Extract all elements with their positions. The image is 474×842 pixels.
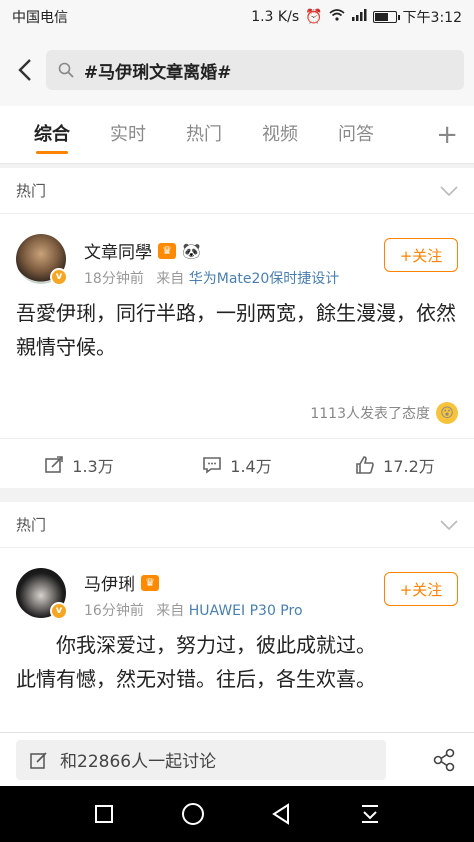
notification-pull-button[interactable] [355,799,385,829]
alarm-icon: ⏰ [305,9,323,25]
status-bar: 中国电信 1.3 K/s ⏰ 下午3:12 [0,0,474,34]
section-header-hot: 热门 [0,168,474,214]
signal-icon [351,9,367,25]
verified-badge-icon: v [50,268,68,286]
post-text: 吾愛伊琍，同行半路，一别两宽，餘生漫漫，依然親情守候。 [16,301,456,359]
avatar[interactable]: v [16,234,68,286]
system-nav-bar [0,786,474,842]
edit-icon [30,751,47,769]
vip-crown-icon: ♛ [158,242,176,259]
post-username[interactable]: 马伊琍 ♛ [84,570,159,595]
section-header-hot: 热门 [0,502,474,548]
verified-badge-icon: v [50,602,68,620]
home-button[interactable] [178,799,208,829]
chevron-down-icon[interactable] [440,515,458,534]
source-prefix: 来自 [156,271,185,287]
thumbs-up-icon [356,455,374,474]
tab-comprehensive[interactable]: 综合 [14,106,90,164]
reaction-count: 1113人发表了态度 [310,406,430,422]
search-header: #马伊琍文章离婚# [0,34,474,106]
post-text-line: 此情有憾，然无对错。往后，各生欢喜。 [16,667,376,691]
username-text: 马伊琍 [84,575,135,595]
vip-crown-icon: ♛ [141,574,159,591]
tab-realtime[interactable]: 实时 [90,106,166,164]
post-meta: 18分钟前 来自 华为Mate20保时捷设计 [84,268,339,288]
repost-icon [45,455,64,473]
repost-count: 1.3万 [72,456,114,476]
surprised-face-icon: 😮 [436,402,458,424]
recent-apps-button[interactable] [89,799,119,829]
share-icon[interactable] [430,746,458,774]
discussion-placeholder: 和22866人一起讨论 [60,752,217,772]
discussion-input[interactable]: 和22866人一起讨论 [16,739,386,780]
post-text-line: 你我深爱过，努力过，彼此成就过。 [56,633,376,657]
comment-button[interactable]: 1.4万 [158,439,316,490]
carrier-label: 中国电信 [12,10,68,26]
panda-icon: 🐼 [182,241,201,260]
tab-qa[interactable]: 问答 [318,106,394,164]
circle-icon [181,803,204,825]
follow-button[interactable]: +关注 [384,238,458,272]
back-nav-button[interactable] [266,799,296,829]
triangle-back-icon [272,803,290,825]
comment-icon [203,456,222,474]
reaction-summary[interactable]: 1113人发表了态度 😮 [310,402,458,424]
post-time: 18分钟前 [84,271,144,287]
username-text: 文章同學 [84,243,152,263]
post-username[interactable]: 文章同學 ♛ 🐼 [84,238,202,264]
back-arrow-icon [18,59,31,81]
weibo-post: v 文章同學 ♛ 🐼 18分钟前 来自 华为Mate20保时捷设计 +关注 吾愛… [0,214,474,488]
section-label: 热门 [16,516,47,534]
post-time: 16分钟前 [84,603,144,619]
back-button[interactable] [10,50,40,90]
source-prefix: 来自 [156,603,185,619]
post-source[interactable]: 华为Mate20保时捷设计 [189,271,340,287]
network-speed: 1.3 K/s [251,9,300,25]
like-button[interactable]: 17.2万 [316,439,474,490]
post-text: 你我深爱过，努力过，彼此成就过。 此情有憾，然无对错。往后，各生欢喜。 [16,628,458,696]
search-query: #马伊琍文章离婚# [83,62,232,83]
add-tab-button[interactable]: + [436,106,458,164]
filter-tabs: 综合 实时 热门 视频 问答 + [0,106,474,164]
battery-icon [372,11,400,23]
post-meta: 16分钟前 来自 HUAWEI P30 Pro [84,600,303,620]
status-indicators: 1.3 K/s ⏰ 下午3:12 [251,7,462,27]
follow-button[interactable]: +关注 [384,572,458,606]
search-input[interactable]: #马伊琍文章离婚# [45,50,464,90]
post-source[interactable]: HUAWEI P30 Pro [189,603,303,619]
comment-count: 1.4万 [230,456,272,476]
compose-bar: 和22866人一起讨论 [0,732,474,786]
search-icon [58,62,74,78]
chevron-down-icon[interactable] [440,181,458,200]
clock: 下午3:12 [402,10,462,26]
like-count: 17.2万 [383,456,435,476]
tab-hot[interactable]: 热门 [166,106,242,164]
tab-video[interactable]: 视频 [242,106,318,164]
square-icon [95,805,114,823]
section-label: 热门 [16,182,47,200]
weibo-post: v 马伊琍 ♛ 16分钟前 来自 HUAWEI P30 Pro +关注 你我深爱… [0,548,474,732]
pull-down-icon [361,805,378,823]
avatar[interactable]: v [16,568,68,620]
post-actions: 1.3万 1.4万 17.2万 [0,438,474,490]
repost-button[interactable]: 1.3万 [0,439,158,490]
wifi-icon [329,9,345,25]
